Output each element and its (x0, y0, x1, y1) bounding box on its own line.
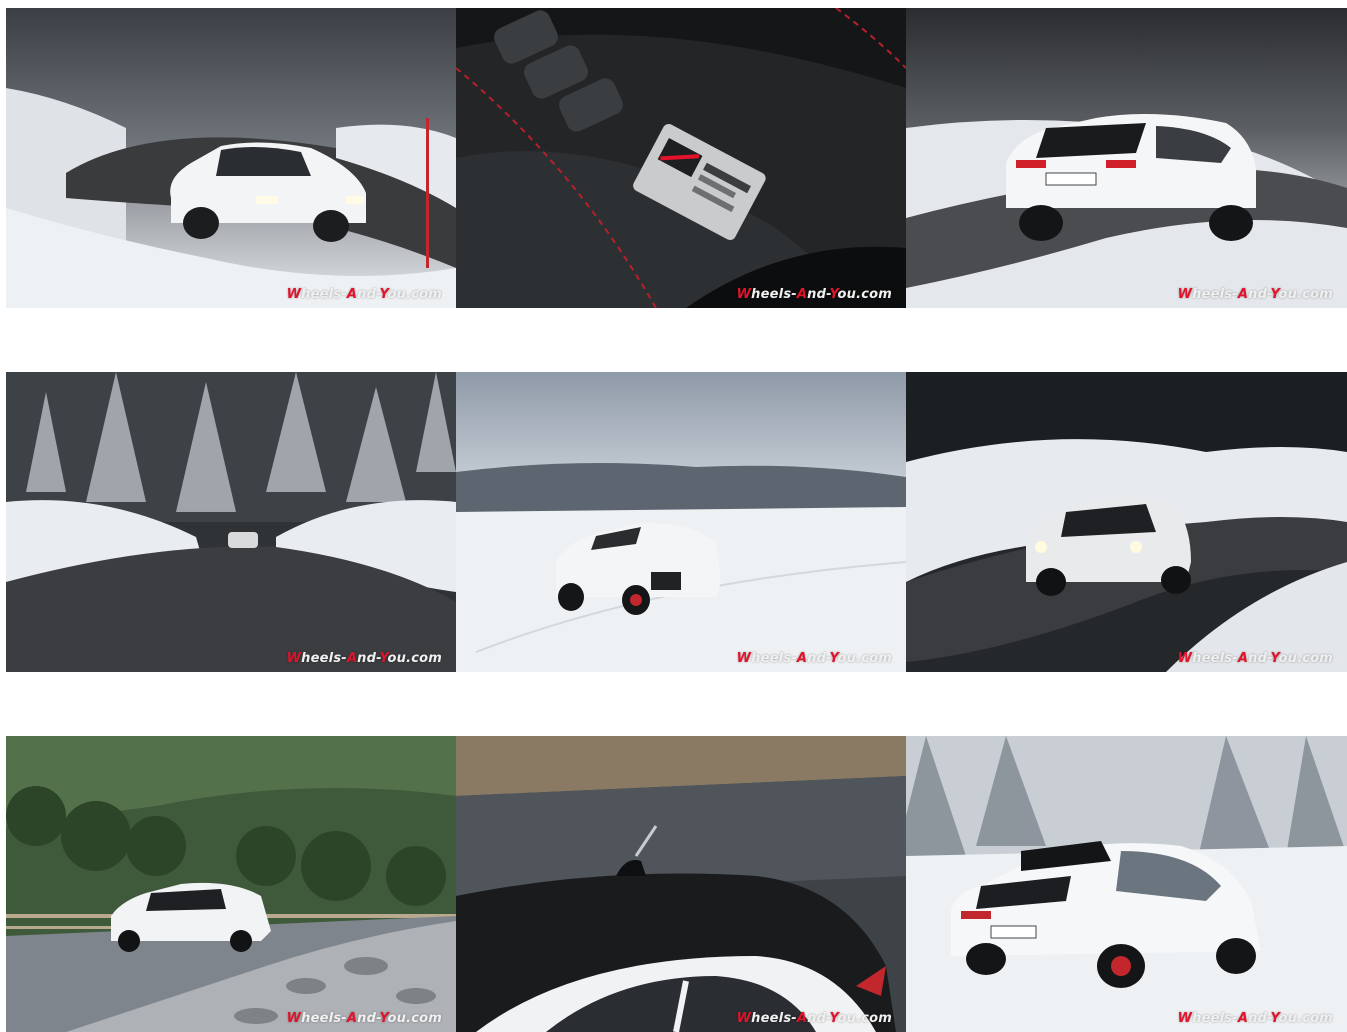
gallery-photo-5[interactable]: Wheels-And-You.com (456, 372, 906, 672)
gallery-photo-2[interactable]: Wheels-And-You.com (456, 8, 906, 308)
photo-forest-road (6, 372, 456, 672)
watermark-logo: Wheels-And-You.com (286, 651, 442, 666)
gallery-photo-7[interactable]: Wheels-And-You.com (6, 736, 456, 1032)
gallery-photo-1[interactable]: Wheels-And-You.com (6, 8, 456, 308)
watermark-logo: Wheels-And-You.com (1177, 651, 1333, 666)
photo-snowy-curve-fog (6, 8, 456, 308)
watermark-logo: Wheels-And-You.com (736, 1011, 892, 1026)
photo-snowfield (456, 372, 906, 672)
watermark-logo: Wheels-And-You.com (736, 287, 892, 302)
gallery-photo-9[interactable]: Wheels-And-You.com (906, 736, 1347, 1032)
watermark-logo: Wheels-And-You.com (736, 651, 892, 666)
watermark-logo: Wheels-And-You.com (286, 287, 442, 302)
photo-mountain-road (6, 736, 456, 1032)
photo-rear-snowy-road (906, 8, 1347, 308)
photo-headlights-bend (906, 372, 1347, 672)
photo-interior-badge (456, 8, 906, 308)
gallery-photo-4[interactable]: Wheels-And-You.com (6, 372, 456, 672)
photo-rear-snowy-trees (906, 736, 1347, 1032)
watermark-logo: Wheels-And-You.com (1177, 1011, 1333, 1026)
watermark-logo: Wheels-And-You.com (1177, 287, 1333, 302)
gallery-photo-3[interactable]: Wheels-And-You.com (906, 8, 1347, 308)
gallery-photo-6[interactable]: Wheels-And-You.com (906, 372, 1347, 672)
gallery-photo-8[interactable]: Wheels-And-You.com (456, 736, 906, 1032)
photo-roof-closeup (456, 736, 906, 1032)
watermark-logo: Wheels-And-You.com (286, 1011, 442, 1026)
